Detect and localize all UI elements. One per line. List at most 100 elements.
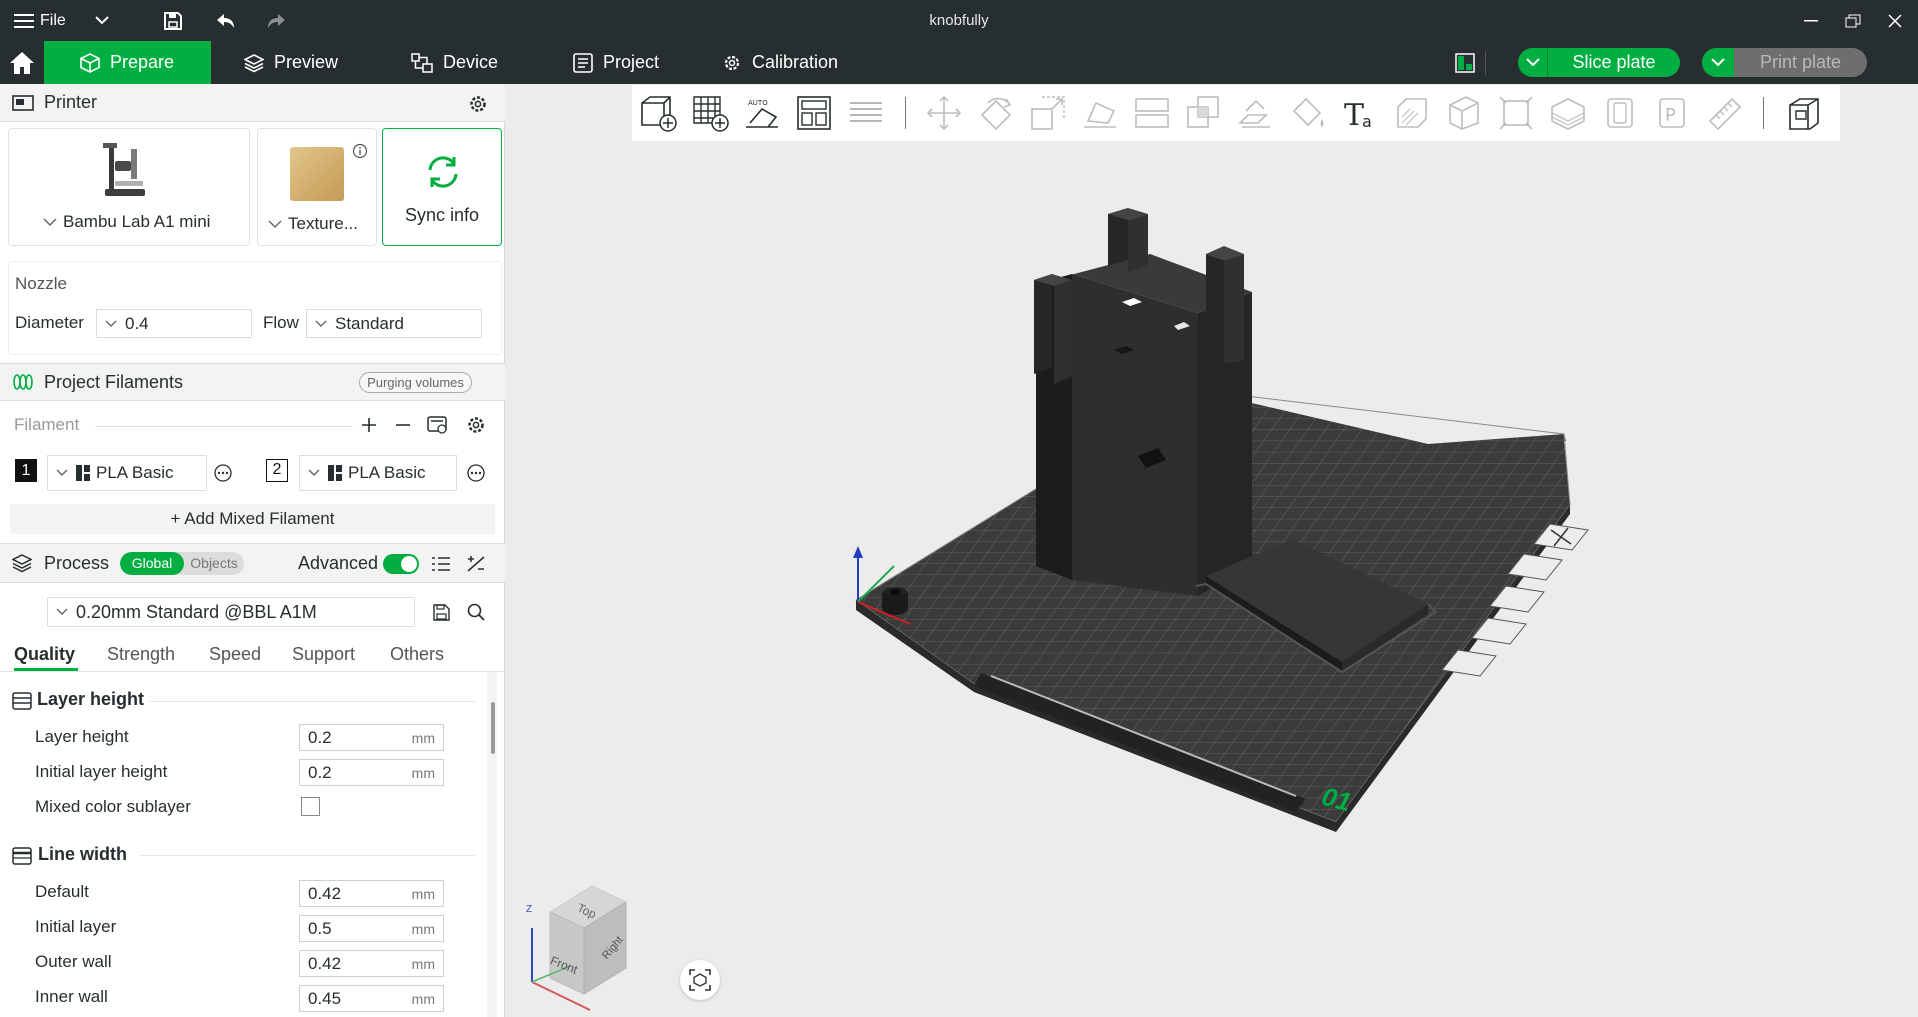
object-toolbar: AUTO Ta P bbox=[632, 85, 1840, 141]
emboss-tool[interactable] bbox=[1390, 91, 1434, 135]
group-divider bbox=[150, 701, 475, 702]
assembly-view-tool[interactable] bbox=[1782, 91, 1826, 135]
file-menu-button[interactable]: File bbox=[14, 0, 84, 41]
add-filament-button[interactable] bbox=[358, 414, 380, 436]
tab-calibration[interactable]: Calibration bbox=[722, 41, 882, 84]
filament-sync-button[interactable] bbox=[426, 414, 450, 436]
global-scope-button[interactable]: Global bbox=[120, 552, 184, 575]
close-button[interactable] bbox=[1880, 0, 1910, 41]
print-plate-button[interactable]: Print plate bbox=[1702, 48, 1867, 77]
boolean-tool[interactable] bbox=[1182, 91, 1226, 135]
initial-layer-height-input[interactable]: 0.2 mm bbox=[299, 759, 444, 786]
process-preset-select[interactable]: 0.20mm Standard @BBL A1M bbox=[47, 597, 415, 627]
layer-height-input[interactable]: 0.2 mm bbox=[299, 724, 444, 751]
info-icon[interactable] bbox=[352, 143, 368, 159]
mesh-repair-tool[interactable] bbox=[1442, 91, 1486, 135]
place-on-plate-tool[interactable]: P bbox=[1650, 91, 1694, 135]
default-line-width-input[interactable]: 0.42 mm bbox=[299, 880, 444, 907]
tab-strength[interactable]: Strength bbox=[107, 644, 175, 665]
save-button[interactable] bbox=[158, 0, 188, 41]
process-list-button[interactable] bbox=[430, 553, 452, 575]
emboss-icon bbox=[1397, 98, 1427, 128]
printer-card[interactable]: Bambu Lab A1 mini bbox=[8, 128, 250, 246]
filament-2-color-swatch[interactable]: 2 bbox=[266, 459, 288, 482]
remove-filament-button[interactable] bbox=[392, 414, 414, 436]
settings-scrollbar-thumb[interactable] bbox=[491, 702, 495, 754]
advanced-toggle[interactable] bbox=[383, 554, 419, 574]
add-plate-tool[interactable] bbox=[688, 91, 732, 135]
plate-card[interactable]: Texture... bbox=[257, 128, 377, 246]
rotate-tool[interactable] bbox=[974, 91, 1018, 135]
filaments-section-title: Project Filaments bbox=[44, 371, 184, 392]
cube-icon bbox=[80, 52, 100, 73]
filament-1-select[interactable]: PLA Basic bbox=[47, 455, 207, 491]
tab-support[interactable]: Support bbox=[292, 644, 355, 665]
lay-on-face-tool[interactable] bbox=[1078, 91, 1122, 135]
filament-2-more-button[interactable] bbox=[465, 462, 487, 484]
nozzle-flow-select[interactable]: Standard bbox=[306, 309, 482, 338]
outer-wall-line-width-input[interactable]: 0.42 mm bbox=[299, 950, 444, 977]
group-divider bbox=[140, 855, 475, 856]
sync-icon bbox=[428, 156, 458, 188]
undo-button[interactable] bbox=[210, 0, 240, 41]
tab-prepare[interactable]: Prepare bbox=[44, 41, 211, 84]
color-paint-tool[interactable] bbox=[1286, 91, 1330, 135]
slice-dropdown[interactable] bbox=[1518, 48, 1548, 77]
unit-label: mm bbox=[411, 955, 435, 972]
text-tool[interactable]: Ta bbox=[1338, 91, 1382, 135]
minimize-button[interactable] bbox=[1796, 0, 1826, 41]
p-marker-icon: P bbox=[1659, 98, 1685, 128]
gear-icon bbox=[468, 417, 484, 433]
process-compare-button[interactable] bbox=[464, 553, 488, 575]
layers-icon bbox=[244, 53, 264, 72]
tab-speed[interactable]: Speed bbox=[209, 644, 261, 665]
sync-info-button[interactable]: Sync info bbox=[382, 128, 502, 246]
bambu-logo-icon bbox=[76, 465, 90, 481]
split-layers-tool[interactable] bbox=[844, 91, 888, 135]
initial-layer-line-width-input[interactable]: 0.5 mm bbox=[299, 915, 444, 942]
file-dropdown-button[interactable] bbox=[88, 0, 116, 41]
tab-quality[interactable]: Quality bbox=[14, 644, 75, 665]
view-cube[interactable]: Top Front Right Z bbox=[522, 882, 642, 1017]
scale-tool[interactable] bbox=[1026, 91, 1070, 135]
variable-layer-height-tool[interactable] bbox=[1598, 91, 1642, 135]
chevron-down-icon bbox=[95, 16, 109, 25]
mixed-color-sublayer-checkbox[interactable] bbox=[301, 797, 320, 816]
tab-project[interactable]: Project bbox=[573, 41, 693, 84]
fit-view-tool[interactable] bbox=[1494, 91, 1538, 135]
arrange-tool[interactable] bbox=[792, 91, 836, 135]
filament-settings-button[interactable] bbox=[464, 414, 488, 436]
objects-scope-button[interactable]: Objects bbox=[184, 552, 244, 575]
cut-tool[interactable] bbox=[1130, 91, 1174, 135]
save-preset-button[interactable] bbox=[430, 601, 452, 623]
purging-volumes-button[interactable]: Purging volumes bbox=[359, 372, 472, 393]
chevron-down-icon bbox=[308, 469, 320, 476]
printer-settings-button[interactable] bbox=[466, 92, 490, 116]
tab-others[interactable]: Others bbox=[390, 644, 444, 665]
inner-wall-line-width-input[interactable]: 0.45 mm bbox=[299, 985, 444, 1012]
filament-spool-icon bbox=[13, 374, 33, 390]
textured-plate-icon bbox=[290, 147, 344, 201]
search-settings-button[interactable] bbox=[464, 601, 488, 623]
add-object-tool[interactable] bbox=[636, 91, 680, 135]
measure-tool[interactable] bbox=[1702, 91, 1746, 135]
seam-paint-tool[interactable] bbox=[1546, 91, 1590, 135]
filament-1-more-button[interactable] bbox=[212, 462, 234, 484]
add-mixed-filament-button[interactable]: + Add Mixed Filament bbox=[10, 504, 495, 534]
3d-viewport[interactable]: 01 Top Front Right Z bbox=[506, 84, 1918, 1017]
print-dropdown[interactable] bbox=[1702, 48, 1734, 77]
support-paint-tool[interactable] bbox=[1234, 91, 1278, 135]
filament-1-color-swatch[interactable]: 1 bbox=[15, 459, 37, 482]
nozzle-diameter-select[interactable]: 0.4 bbox=[96, 309, 252, 338]
tab-preview[interactable]: Preview bbox=[244, 41, 374, 84]
tab-device[interactable]: Device bbox=[411, 41, 531, 84]
auto-orient-tool[interactable]: AUTO bbox=[740, 91, 784, 135]
move-tool[interactable] bbox=[922, 91, 966, 135]
restore-button[interactable] bbox=[1838, 0, 1868, 41]
redo-button[interactable] bbox=[262, 0, 292, 41]
multi-device-button[interactable] bbox=[1450, 41, 1480, 84]
slice-plate-button[interactable]: Slice plate bbox=[1518, 48, 1680, 77]
reset-view-button[interactable] bbox=[680, 960, 720, 1000]
filament-2-select[interactable]: PLA Basic bbox=[299, 455, 457, 491]
home-button[interactable] bbox=[0, 41, 44, 84]
